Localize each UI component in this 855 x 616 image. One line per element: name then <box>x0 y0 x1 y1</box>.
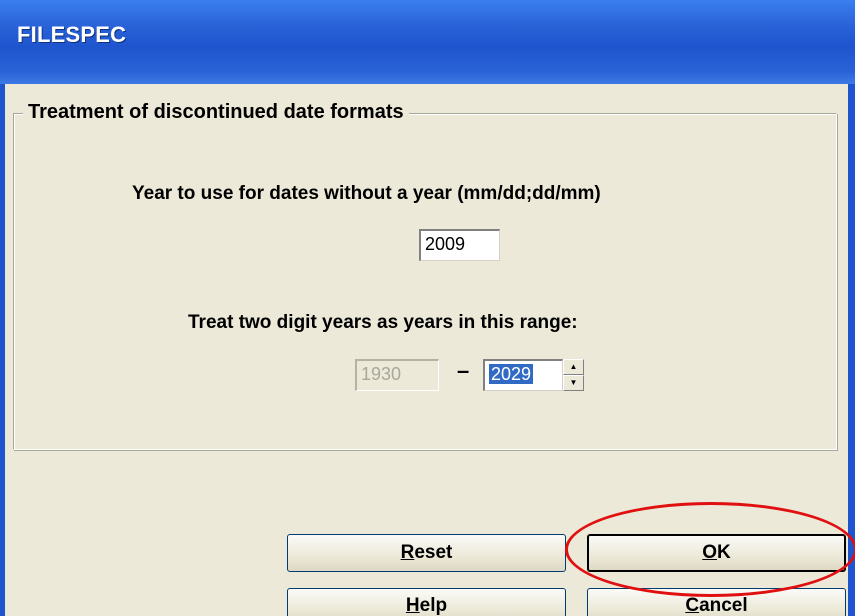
range-high-selected-text: 2029 <box>489 364 534 384</box>
year-default-input[interactable]: 2009 <box>419 229 500 261</box>
range-high-input[interactable]: 2029 <box>483 359 563 391</box>
reset-button[interactable]: Reset <box>287 534 566 572</box>
window-frame-left <box>0 84 5 616</box>
spin-up-arrow-icon[interactable]: ▲ <box>563 359 584 375</box>
help-button[interactable]: Help <box>287 588 566 616</box>
cancel-button[interactable]: Cancel <box>587 588 846 616</box>
help-mnemonic: H <box>405 595 420 616</box>
year-range-label: Treat two digit years as years in this r… <box>188 312 578 333</box>
ok-label: K <box>717 542 731 563</box>
window-title: FILESPEC <box>17 22 127 47</box>
ok-button[interactable]: OK <box>587 534 846 572</box>
cancel-label: ancel <box>699 595 748 616</box>
date-format-group <box>13 113 837 450</box>
year-default-label: Year to use for dates without a year (mm… <box>132 183 601 204</box>
range-low-input: 1930 <box>355 359 439 391</box>
help-label: elp <box>419 595 448 616</box>
range-high-spinner[interactable]: ▲ ▼ <box>563 359 584 391</box>
cancel-mnemonic: C <box>685 595 700 616</box>
filespec-dialog: FILESPEC Treatment of discontinued date … <box>0 0 855 616</box>
spin-down-arrow-icon[interactable]: ▼ <box>563 375 584 391</box>
window-frame-right <box>848 84 855 616</box>
range-separator: – <box>457 358 470 383</box>
title-bar[interactable]: FILESPEC <box>0 0 855 84</box>
ok-mnemonic: O <box>702 542 718 563</box>
reset-label: eset <box>414 542 453 563</box>
reset-mnemonic: R <box>400 542 415 563</box>
group-title: Treatment of discontinued date formats <box>23 101 409 124</box>
